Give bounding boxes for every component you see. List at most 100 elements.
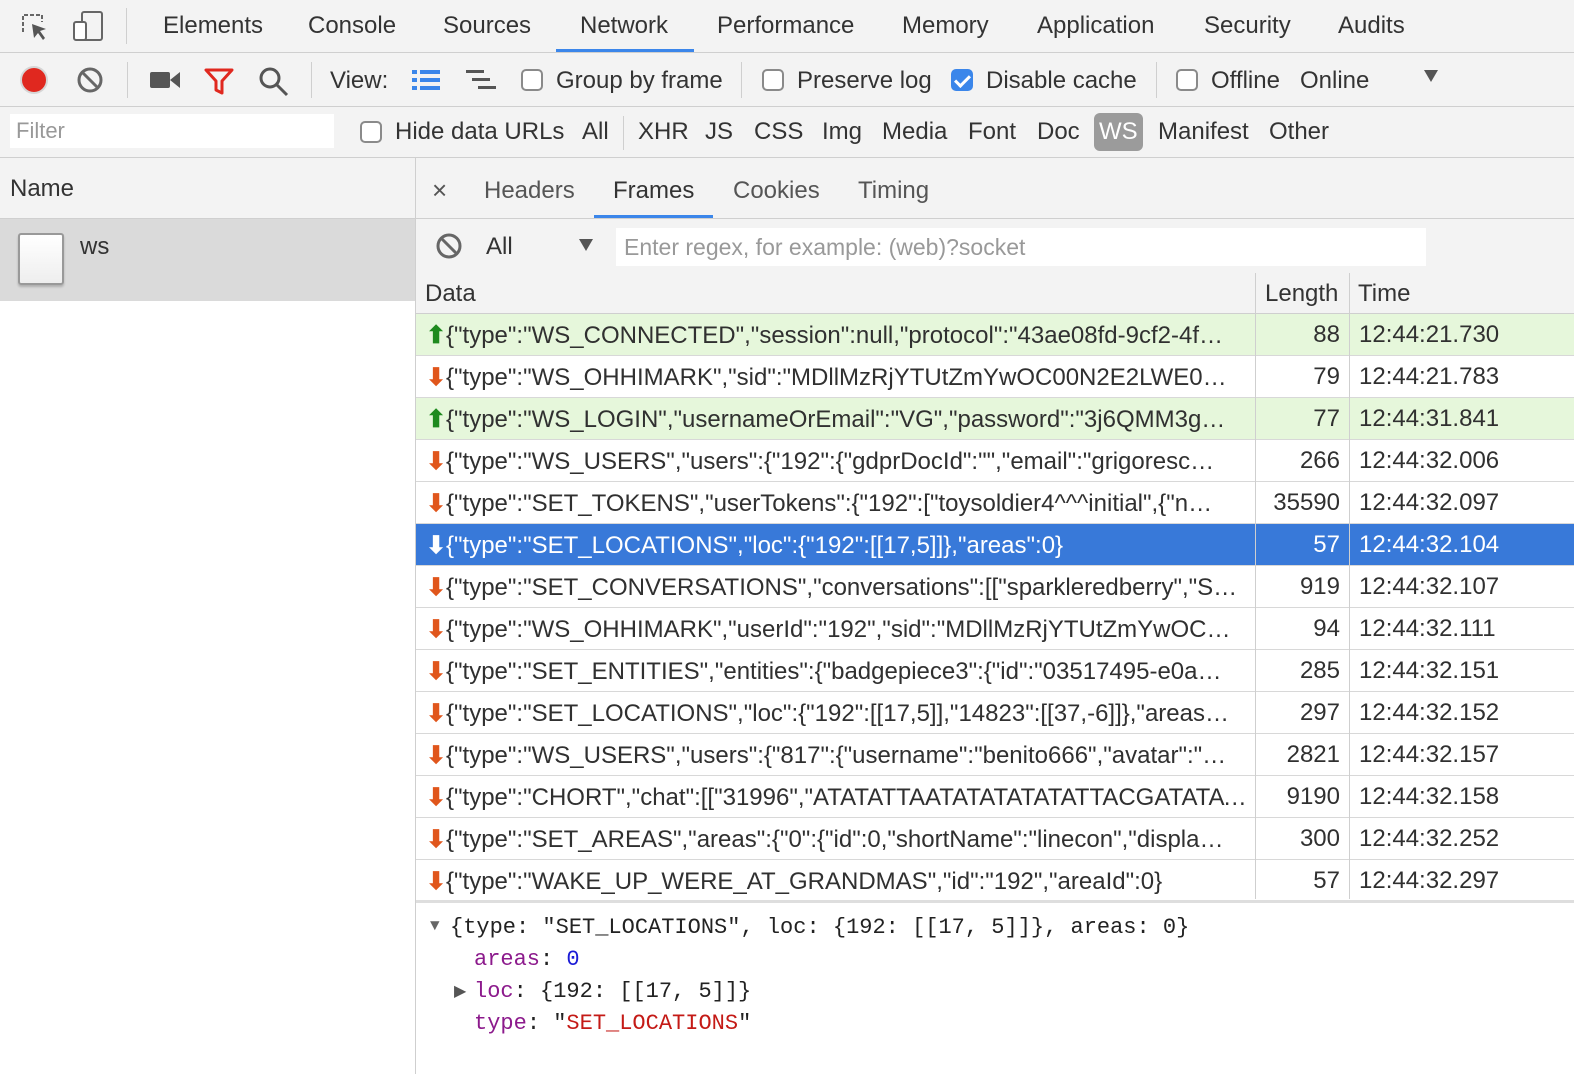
expand-triangle-icon[interactable]: ▶ <box>454 981 466 1001</box>
type-filter-ws[interactable]: WS <box>1099 118 1138 146</box>
frame-length-cell: 2821 <box>1286 741 1340 768</box>
frame-row[interactable]: ⬇{"type":"SET_LOCATIONS","loc":{"192":[[… <box>416 524 1574 566</box>
inspect-element-icon[interactable] <box>20 12 50 42</box>
frame-row[interactable]: ⬇{"type":"CHORT","chat":[["31996","ATATA… <box>416 776 1574 818</box>
type-filter-font[interactable]: Font <box>968 118 1016 146</box>
large-rows-icon[interactable] <box>410 66 442 94</box>
dropdown-triangle-icon[interactable] <box>579 239 593 251</box>
waterfall-icon[interactable] <box>464 66 500 94</box>
tab-security[interactable]: Security <box>1204 12 1291 40</box>
type-filter-js[interactable]: JS <box>705 118 733 146</box>
collapse-triangle-icon[interactable]: ▼ <box>430 917 440 935</box>
frame-time-cell: 12:44:32.157 <box>1359 741 1500 768</box>
preview-key: areas <box>474 947 541 972</box>
arrow-down-icon: ⬇ <box>426 700 447 727</box>
type-filter-manifest[interactable]: Manifest <box>1158 118 1249 146</box>
frame-data-cell: ⬇{"type":"WAKE_UP_WERE_AT_GRANDMAS","id"… <box>426 867 1254 896</box>
frame-row[interactable]: ⬇{"type":"SET_LOCATIONS","loc":{"192":[[… <box>416 692 1574 734</box>
throttling-dropdown-icon[interactable] <box>1424 70 1438 82</box>
tab-memory[interactable]: Memory <box>902 12 989 40</box>
view-label: View: <box>330 67 389 94</box>
tab-console[interactable]: Console <box>308 12 396 40</box>
close-icon[interactable]: × <box>432 175 447 206</box>
preview-type-row: type: "SET_LOCATIONS" <box>474 1011 752 1036</box>
frame-row[interactable]: ⬆{"type":"WS_CONNECTED","session":null,"… <box>416 314 1574 356</box>
frame-row[interactable]: ⬇{"type":"SET_TOKENS","userTokens":{"192… <box>416 482 1574 524</box>
disable-cache-checkbox[interactable] <box>951 69 973 91</box>
group-by-frame-checkbox[interactable] <box>521 69 543 91</box>
frame-row[interactable]: ⬆{"type":"WS_LOGIN","usernameOrEmail":"V… <box>416 398 1574 440</box>
frame-length-cell: 285 <box>1299 657 1340 684</box>
frame-row[interactable]: ⬇{"type":"WS_OHHIMARK","userId":"192","s… <box>416 608 1574 650</box>
device-toggle-icon[interactable] <box>72 10 106 42</box>
arrow-down-icon: ⬇ <box>426 532 447 559</box>
frame-row[interactable]: ⬇{"type":"SET_CONVERSATIONS","conversati… <box>416 566 1574 608</box>
arrow-down-icon: ⬇ <box>426 364 447 391</box>
frame-row[interactable]: ⬇{"type":"WS_OHHIMARK","sid":"MDllMzRjYT… <box>416 356 1574 398</box>
screenshot-camera-icon[interactable] <box>148 68 182 92</box>
preserve-log-checkbox[interactable] <box>762 69 784 91</box>
frame-time-cell: 12:44:32.158 <box>1359 783 1500 810</box>
type-filter-img[interactable]: Img <box>822 118 862 146</box>
search-icon[interactable] <box>258 66 290 98</box>
type-filter-all[interactable]: All <box>582 118 609 146</box>
filter-input[interactable] <box>10 114 334 148</box>
arrow-down-icon: ⬇ <box>426 742 447 769</box>
frame-data-cell: ⬇{"type":"WS_USERS","users":{"192":{"gdp… <box>426 447 1254 476</box>
type-filter-doc[interactable]: Doc <box>1037 118 1080 146</box>
type-filter-css[interactable]: CSS <box>754 118 803 146</box>
tab-elements[interactable]: Elements <box>163 12 263 40</box>
document-icon <box>18 233 64 285</box>
arrow-down-icon: ⬇ <box>426 658 447 685</box>
clear-icon[interactable] <box>76 66 104 94</box>
preview-key: loc <box>474 979 514 1004</box>
filter-icon[interactable] <box>203 66 235 96</box>
tab-frames[interactable]: Frames <box>613 177 694 205</box>
frame-data-cell: ⬇{"type":"WS_USERS","users":{"817":{"use… <box>426 741 1254 770</box>
column-divider <box>1349 273 1350 899</box>
frame-row[interactable]: ⬇{"type":"WS_USERS","users":{"192":{"gdp… <box>416 440 1574 482</box>
type-filter-xhr[interactable]: XHR <box>638 118 689 146</box>
frame-time-cell: 12:44:32.111 <box>1359 615 1496 642</box>
regex-filter-input[interactable] <box>616 228 1426 266</box>
offline-label: Offline <box>1211 67 1280 94</box>
frame-length-cell: 94 <box>1313 615 1340 642</box>
frame-time-cell: 12:44:32.252 <box>1359 825 1500 852</box>
frame-row[interactable]: ⬇{"type":"WS_USERS","users":{"817":{"use… <box>416 734 1574 776</box>
preview-loc-row[interactable]: loc: {192: [[17, 5]]} <box>474 979 751 1004</box>
tab-audits[interactable]: Audits <box>1338 12 1405 40</box>
hide-data-urls-checkbox[interactable] <box>360 121 382 143</box>
frame-time-cell: 12:44:31.841 <box>1359 405 1500 432</box>
frame-data-cell: ⬇{"type":"SET_ENTITIES","entities":{"bad… <box>426 657 1254 686</box>
tab-network[interactable]: Network <box>580 12 668 40</box>
frame-time-cell: 12:44:32.151 <box>1359 657 1500 684</box>
throttling-select[interactable]: Online <box>1300 67 1369 95</box>
tab-cookies[interactable]: Cookies <box>733 177 820 205</box>
arrow-up-icon: ⬆ <box>426 406 447 433</box>
tab-sources[interactable]: Sources <box>443 12 531 40</box>
frame-data-cell: ⬇{"type":"SET_TOKENS","userTokens":{"192… <box>426 489 1254 518</box>
tab-headers[interactable]: Headers <box>484 177 575 205</box>
length-column-header[interactable]: Length <box>1265 280 1338 308</box>
time-column-header[interactable]: Time <box>1358 280 1410 308</box>
type-filter-other[interactable]: Other <box>1269 118 1329 146</box>
frame-row[interactable]: ⬇{"type":"SET_AREAS","areas":{"0":{"id":… <box>416 818 1574 860</box>
frame-length-cell: 300 <box>1299 825 1340 852</box>
block-icon[interactable] <box>435 232 463 260</box>
frame-data-text: {"type":"WS_OHHIMARK","sid":"MDllMzRjYTU… <box>446 364 1227 391</box>
preview-value: 0 <box>566 947 580 972</box>
frame-data-cell: ⬇{"type":"SET_LOCATIONS","loc":{"192":[[… <box>426 699 1254 728</box>
arrow-down-icon: ⬇ <box>426 574 447 601</box>
tab-timing[interactable]: Timing <box>858 177 929 205</box>
frame-row[interactable]: ⬇{"type":"WAKE_UP_WERE_AT_GRANDMAS","id"… <box>416 860 1574 902</box>
data-column-header[interactable]: Data <box>425 280 476 308</box>
offline-checkbox[interactable] <box>1176 69 1198 91</box>
frame-filter-select[interactable]: All <box>486 233 513 261</box>
preview-value: SET_LOCATIONS <box>566 1011 739 1036</box>
record-icon[interactable] <box>18 64 50 96</box>
frame-time-cell: 12:44:32.097 <box>1359 489 1500 516</box>
tab-application[interactable]: Application <box>1037 12 1154 40</box>
type-filter-media[interactable]: Media <box>882 118 947 146</box>
frame-row[interactable]: ⬇{"type":"SET_ENTITIES","entities":{"bad… <box>416 650 1574 692</box>
tab-performance[interactable]: Performance <box>717 12 854 40</box>
